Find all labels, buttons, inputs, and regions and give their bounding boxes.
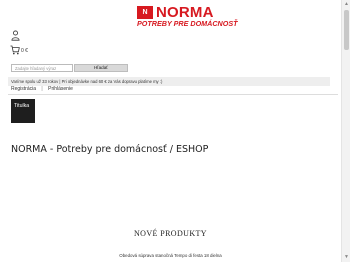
search-button[interactable]: Hľadať [74, 64, 128, 72]
scroll-down-icon[interactable]: ▼ [343, 254, 350, 261]
header-divider [8, 94, 338, 95]
page-scrollbar[interactable]: ▲ ▼ [341, 0, 350, 262]
new-products-heading: NOVÉ PRODUKTY [134, 229, 207, 238]
logo-mark-icon: N [137, 6, 153, 19]
info-banner: Varíme spolu už 33 rokov | Pri objednávk… [8, 77, 330, 86]
login-link[interactable]: Prihlásenie [48, 86, 73, 92]
search-bar: Hľadať [11, 64, 128, 72]
cart-icon[interactable] [10, 45, 20, 55]
scroll-thumb[interactable] [344, 10, 349, 50]
logo-brand-text: NORMA [156, 4, 214, 21]
product-title-link[interactable]: Obedová súprava stanočná Tempo di festa … [0, 253, 341, 258]
site-logo[interactable]: N NORMA [137, 4, 214, 21]
user-account-icon[interactable] [11, 30, 20, 41]
search-input[interactable] [11, 64, 73, 72]
page-title: NORMA - Potreby pre domácnosť / ESHOP [11, 144, 209, 155]
cart-total[interactable]: 0 € [21, 48, 28, 54]
account-links: Registrácia | Prihlásenie [11, 86, 73, 92]
logo-tagline: POTREBY PRE DOMÁCNOSŤ [137, 19, 238, 28]
link-separator: | [41, 86, 43, 92]
tab-home[interactable]: Titulka [11, 99, 35, 123]
scroll-up-icon[interactable]: ▲ [343, 1, 350, 8]
register-link[interactable]: Registrácia [11, 86, 36, 92]
